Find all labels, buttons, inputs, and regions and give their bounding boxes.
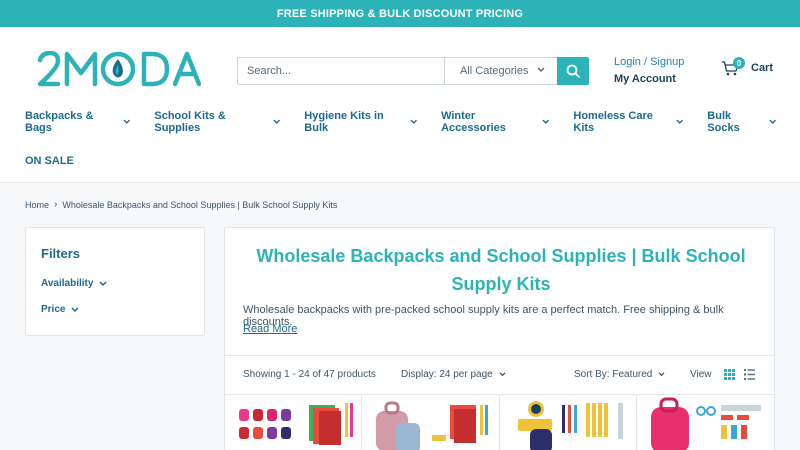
filters-title: Filters — [41, 246, 81, 261]
product-card[interactable] — [225, 395, 363, 450]
chevron-down-icon — [676, 119, 683, 124]
nav-item-label: Homeless Care Kits — [573, 110, 653, 134]
breadcrumb-home-link[interactable]: Home — [25, 200, 49, 210]
nav-item-label: Bulk Socks — [707, 110, 740, 134]
chevron-down-icon — [768, 119, 776, 124]
chevron-down-icon — [499, 372, 506, 377]
product-count: Showing 1 - 24 of 47 products — [243, 369, 376, 380]
nav-item-hygiene-kits[interactable]: Hygiene Kits in Bulk — [304, 110, 417, 134]
chevron-down-icon — [273, 119, 280, 124]
announcement-text: FREE SHIPPING & BULK DISCOUNT PRICING — [276, 7, 524, 20]
product-image — [376, 401, 489, 450]
list-view-icon[interactable] — [744, 369, 755, 380]
display-per-page-label: Display: 24 per page — [401, 369, 493, 380]
product-image — [239, 403, 353, 445]
nav-item-backpacks[interactable]: Backpacks & Bags — [25, 110, 130, 134]
nav-item-school-kits[interactable]: School Kits & Supplies — [154, 110, 280, 134]
chevron-down-icon — [71, 306, 79, 312]
search-input[interactable] — [238, 58, 444, 84]
breadcrumb-separator: › — [54, 199, 58, 210]
sort-label: Sort By: Featured — [574, 369, 653, 380]
filter-price-label: Price — [41, 304, 66, 315]
breadcrumb-current: Wholesale Backpacks and School Supplies … — [62, 199, 338, 210]
main-nav: Backpacks & Bags School Kits & Supplies … — [25, 110, 800, 134]
grid-view-icon[interactable] — [724, 369, 735, 380]
nav-item-winter-accessories[interactable]: Winter Accessories — [441, 110, 549, 134]
filter-price[interactable]: Price — [41, 304, 79, 315]
chevron-down-icon — [542, 119, 549, 124]
nav-item-label: Backpacks & Bags — [25, 110, 94, 134]
display-per-page-select[interactable]: Display: 24 per page — [401, 369, 506, 380]
chevron-down-icon — [410, 119, 417, 124]
site-header: All Categories Login / Signup My Account… — [0, 27, 800, 183]
filters-panel: Filters Availability Price — [25, 227, 205, 336]
chevron-down-icon — [123, 119, 130, 124]
2moda-logo-icon — [37, 50, 202, 87]
collection-description: Wholesale backpacks with pre-packed scho… — [243, 304, 724, 328]
nav-item-on-sale[interactable]: ON SALE — [25, 155, 74, 167]
nav-item-label: Hygiene Kits in Bulk — [304, 110, 384, 134]
site-logo[interactable] — [36, 50, 202, 89]
read-more-link[interactable]: Read More — [243, 323, 297, 335]
announcement-bar: FREE SHIPPING & BULK DISCOUNT PRICING — [0, 0, 800, 27]
sort-select[interactable]: Sort By: Featured — [574, 369, 665, 380]
search-bar: All Categories — [237, 57, 589, 85]
chevron-down-icon — [99, 280, 107, 286]
login-signup-link[interactable]: Login / Signup — [614, 56, 684, 69]
view-label: View — [690, 369, 712, 380]
account-menu[interactable]: Login / Signup My Account — [614, 56, 684, 86]
filter-availability[interactable]: Availability — [41, 278, 107, 289]
cart-count-badge: 0 — [733, 57, 745, 69]
product-image — [650, 397, 761, 450]
nav-item-bulk-socks[interactable]: Bulk Socks — [707, 110, 776, 134]
collection-panel: Wholesale Backpacks and School Supplies … — [224, 227, 775, 450]
product-card[interactable] — [362, 395, 500, 450]
category-select-label: All Categories — [460, 65, 529, 77]
filter-availability-label: Availability — [41, 278, 94, 289]
cart-button[interactable]: 0 Cart — [721, 57, 774, 76]
cart-label: Cart — [751, 62, 774, 74]
breadcrumb: Home › Wholesale Backpacks and School Su… — [25, 199, 337, 210]
nav-item-label: School Kits & Supplies — [154, 110, 226, 134]
chevron-down-icon — [658, 372, 665, 377]
nav-item-homeless-care-kits[interactable]: Homeless Care Kits — [573, 110, 683, 134]
product-image — [517, 401, 623, 450]
product-grid — [225, 395, 774, 450]
nav-item-label: Winter Accessories — [441, 110, 506, 134]
product-card[interactable] — [637, 395, 774, 450]
search-button[interactable] — [557, 57, 589, 85]
category-select[interactable]: All Categories — [444, 58, 558, 84]
collection-toolbar: Showing 1 - 24 of 47 products Display: 2… — [225, 355, 774, 395]
my-account-link[interactable]: My Account — [614, 72, 684, 86]
collection-title: Wholesale Backpacks and School Supplies … — [256, 246, 746, 294]
product-card[interactable] — [500, 395, 637, 450]
search-icon — [566, 64, 580, 78]
product-count-text: Showing 1 - 24 of 47 products — [243, 369, 376, 380]
chevron-down-icon — [537, 67, 545, 72]
